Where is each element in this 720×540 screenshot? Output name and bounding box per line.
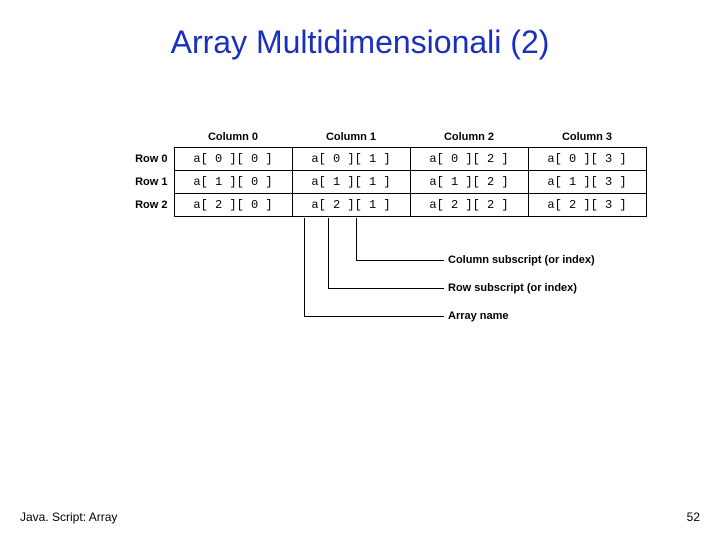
- row-header-0: Row 0: [128, 148, 174, 171]
- cell-1-3: a[ 1 ][ 3 ]: [528, 171, 646, 194]
- col-header-2: Column 2: [410, 130, 528, 148]
- anno-line-rowsub-v: [328, 218, 329, 288]
- anno-label-arrname: Array name: [448, 310, 509, 322]
- col-header-0: Column 0: [174, 130, 292, 148]
- cell-1-2: a[ 1 ][ 2 ]: [410, 171, 528, 194]
- page-number: 52: [687, 510, 700, 524]
- anno-line-arrname-v: [304, 218, 305, 316]
- anno-label-colsub: Column subscript (or index): [448, 254, 595, 266]
- anno-line-arrname-h: [304, 316, 444, 317]
- col-header-3: Column 3: [528, 130, 646, 148]
- anno-line-colsub-h: [356, 260, 444, 261]
- cell-2-2: a[ 2 ][ 2 ]: [410, 194, 528, 217]
- anno-line-colsub-v: [356, 218, 357, 260]
- anno-label-rowsub: Row subscript (or index): [448, 282, 577, 294]
- cell-1-0: a[ 1 ][ 0 ]: [174, 171, 292, 194]
- page-title: Array Multidimensionali (2): [0, 0, 720, 61]
- cell-0-2: a[ 0 ][ 2 ]: [410, 148, 528, 171]
- blank-corner: [128, 130, 174, 148]
- cell-2-3: a[ 2 ][ 3 ]: [528, 194, 646, 217]
- cell-2-0: a[ 2 ][ 0 ]: [174, 194, 292, 217]
- col-header-1: Column 1: [292, 130, 410, 148]
- cell-0-1: a[ 0 ][ 1 ]: [292, 148, 410, 171]
- anno-line-rowsub-h: [328, 288, 444, 289]
- cell-0-3: a[ 0 ][ 3 ]: [528, 148, 646, 171]
- footer-left: Java. Script: Array: [20, 510, 117, 524]
- cell-1-1: a[ 1 ][ 1 ]: [292, 171, 410, 194]
- row-header-2: Row 2: [128, 194, 174, 217]
- row-header-1: Row 1: [128, 171, 174, 194]
- cell-0-0: a[ 0 ][ 0 ]: [174, 148, 292, 171]
- cell-2-1: a[ 2 ][ 1 ]: [292, 194, 410, 217]
- array-table: Column 0 Column 1 Column 2 Column 3 Row …: [128, 130, 647, 217]
